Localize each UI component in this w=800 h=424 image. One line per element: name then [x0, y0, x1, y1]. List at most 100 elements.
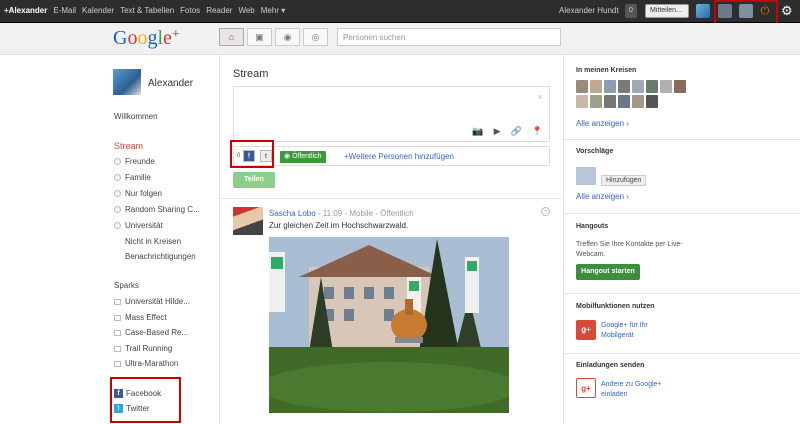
member-avatar[interactable] [590, 95, 602, 108]
post-meta: Sascha Lobo - 11:09 - Mobile - Öffentlic… [269, 209, 414, 218]
profile-link[interactable]: +Alexander [4, 6, 47, 15]
location-icon[interactable]: 📍 [532, 126, 543, 137]
member-avatar[interactable] [618, 95, 630, 108]
nav-photos[interactable]: Fotos [180, 6, 200, 15]
nav-calendar[interactable]: Kalender [82, 6, 114, 15]
profile-name[interactable]: Alexander [148, 78, 193, 89]
share-textarea[interactable]: × 📷 ▶ 🔗 📍 [233, 86, 550, 142]
member-avatar[interactable] [632, 80, 644, 93]
sidebar-item-family[interactable]: Familie [114, 173, 151, 182]
post-time[interactable]: 11:09 [323, 209, 342, 218]
highlight-box-sidebar [110, 377, 181, 423]
member-avatar[interactable] [632, 95, 644, 108]
hangout-start-button[interactable]: Hangout starten [576, 264, 640, 280]
mobile-heading: Mobilfunktionen nutzen [576, 303, 655, 310]
sidebar-item-not-in-circles[interactable]: Nicht in Kreisen [125, 237, 181, 246]
profile-icon: ◉ [283, 31, 292, 42]
avatar[interactable] [233, 207, 263, 235]
stream-column: Stream × 📷 ▶ 🔗 📍 0 f t ◉ Öffentlich +Wei… [221, 55, 562, 424]
link-icon[interactable]: 🔗 [511, 126, 522, 137]
sidebar-item-label: Case-Based Re... [125, 328, 189, 337]
sidebar-item-spark[interactable]: Mass Effect [114, 313, 167, 322]
home-tab[interactable]: ⌂ [219, 28, 244, 46]
avatar[interactable] [113, 69, 141, 95]
invite-heading: Einladungen senden [576, 362, 645, 369]
sidebar-item-welcome[interactable]: Willkommen [114, 112, 158, 121]
extension-icon[interactable] [696, 4, 710, 18]
profile-tab[interactable]: ◉ [275, 28, 300, 46]
spark-icon [114, 298, 121, 305]
sidebar-item-stream[interactable]: Stream [114, 141, 143, 151]
share-button[interactable]: Teilen [233, 172, 275, 188]
invite-link[interactable]: Andere zu Google+ einladen [601, 380, 681, 400]
nav-more[interactable]: Mehr ▾ [261, 6, 285, 15]
show-all-circles-link[interactable]: Alle anzeigen › [576, 119, 629, 128]
photo-illustration [269, 237, 509, 413]
sidebar-item-label: Ultra-Marathon [125, 359, 179, 368]
post-text: Zur gleichen Zeit im Hochschwarzwald. [269, 221, 409, 230]
nav-email[interactable]: E-Mail [53, 6, 76, 15]
member-avatar[interactable] [646, 95, 658, 108]
username[interactable]: Alexander Hundt [559, 6, 619, 15]
nav-docs[interactable]: Text & Tabellen [120, 6, 174, 15]
sidebar-item-facebook[interactable]: f Facebook [114, 389, 161, 399]
public-circle-chip[interactable]: ◉ Öffentlich [280, 151, 326, 163]
member-avatar[interactable] [576, 95, 588, 108]
main-nav: ⌂ ▣ ◉ ◎ [219, 28, 331, 46]
notification-counter[interactable]: 0 [625, 4, 637, 18]
circle-icon [114, 222, 121, 230]
share-box[interactable]: Mitteilen... [645, 4, 689, 18]
sidebar-item-university[interactable]: Universität [114, 221, 163, 230]
spark-icon [114, 314, 121, 321]
share-target-bar: 0 f t ◉ Öffentlich +Weitere Personen hin… [233, 146, 550, 166]
mobile-link[interactable]: Google+ für Ihr Mobilgerät [601, 321, 681, 341]
sidebar-item-random-sharing[interactable]: Random Sharing C... [114, 205, 200, 214]
sidebar-item-spark[interactable]: Trail Running [114, 344, 172, 353]
sidebar-item-twitter[interactable]: t Twitter [114, 404, 150, 414]
circles-heading: In meinen Kreisen [576, 67, 637, 74]
page-title: Stream [233, 68, 269, 80]
gear-icon[interactable]: ⚙ [781, 3, 793, 19]
circle-members [576, 80, 686, 108]
sidebar-item-following[interactable]: Nur folgen [114, 189, 162, 198]
post-author[interactable]: Sascha Lobo [269, 209, 316, 218]
member-avatar[interactable] [604, 80, 616, 93]
divider [564, 353, 800, 354]
photos-tab[interactable]: ▣ [247, 28, 272, 46]
add-people-link[interactable]: +Weitere Personen hinzufügen [344, 152, 454, 161]
member-avatar[interactable] [660, 80, 672, 93]
member-avatar[interactable] [674, 80, 686, 93]
collapse-icon[interactable]: − [541, 207, 550, 216]
show-all-suggestions-link[interactable]: Alle anzeigen › [576, 192, 629, 201]
google-plus-logo[interactable]: Google+ [113, 27, 180, 50]
member-avatar[interactable] [646, 80, 658, 93]
camera-icon[interactable]: 📷 [472, 126, 483, 137]
post-photo[interactable] [269, 237, 509, 413]
suggestions-heading: Vorschläge [576, 148, 614, 155]
share-composer: × 📷 ▶ 🔗 📍 0 f t ◉ Öffentlich +Weitere Pe… [230, 86, 550, 194]
sidebar-item-notifications[interactable]: Benachrichtigungen [125, 252, 196, 261]
nav-web[interactable]: Web [238, 6, 254, 15]
member-avatar[interactable] [618, 80, 630, 93]
sidebar-item-label: Trail Running [125, 344, 173, 353]
sidebar-item-spark[interactable]: Case-Based Re... [114, 328, 188, 337]
member-avatar[interactable] [604, 95, 616, 108]
nav-reader[interactable]: Reader [206, 6, 232, 15]
video-icon[interactable]: ▶ [494, 126, 501, 137]
highlight-box-composer [230, 140, 274, 168]
sidebar-item-friends[interactable]: Freunde [114, 157, 155, 166]
sidebar-item-spark[interactable]: Universität Hilde... [114, 297, 190, 306]
add-people-label: Weitere Personen hinzufügen [348, 152, 454, 161]
people-search-input[interactable]: Personen suchen [337, 28, 561, 46]
member-avatar[interactable] [576, 80, 588, 93]
member-avatar[interactable] [590, 80, 602, 93]
divider [564, 213, 800, 214]
divider [564, 293, 800, 294]
avatar[interactable] [576, 167, 596, 185]
add-button[interactable]: Hinzufügen [601, 175, 647, 186]
close-icon[interactable]: × [538, 92, 543, 102]
sidebar-item-spark[interactable]: Ultra-Marathon [114, 359, 178, 368]
post-visibility[interactable]: Öffentlich [380, 209, 414, 218]
circles-tab[interactable]: ◎ [303, 28, 328, 46]
home-icon: ⌂ [228, 32, 235, 42]
